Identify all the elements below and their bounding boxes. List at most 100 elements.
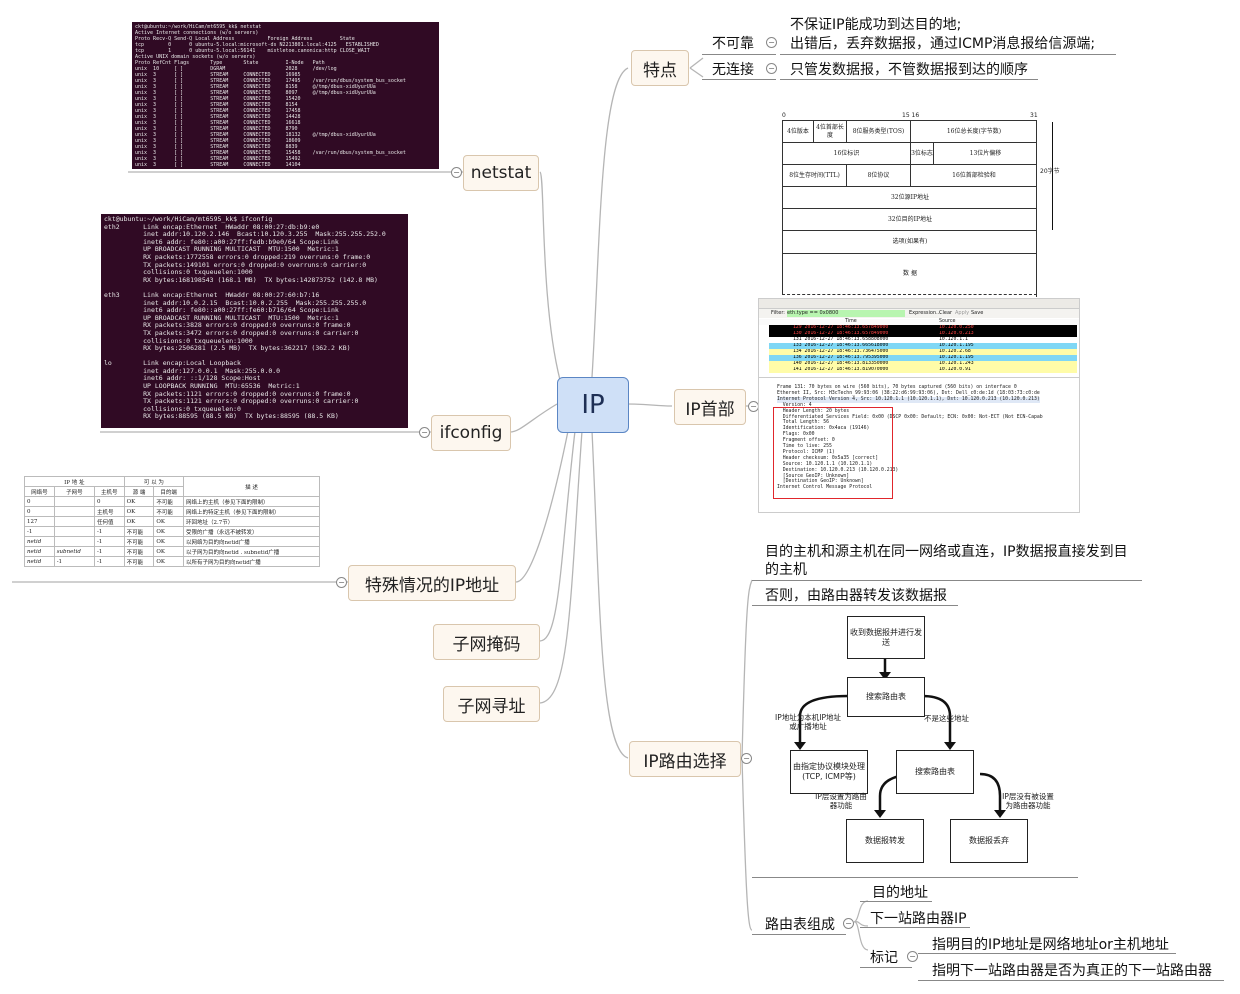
branch-ip-header[interactable]: IP首部 xyxy=(674,389,746,425)
divider xyxy=(759,377,1079,378)
hdr-options: 选项(如果有) xyxy=(782,231,1037,254)
branch-routing[interactable]: IP路由选择 xyxy=(629,741,741,777)
branch-subnet-mask[interactable]: 子网掩码 xyxy=(433,624,540,660)
packet-row[interactable]: 129 2016-12-27 18:46:13.657849000 10.120.… xyxy=(769,325,1077,331)
bit-label-31: 31 xyxy=(1030,112,1038,119)
underline xyxy=(780,54,1116,55)
table-cell: OK xyxy=(123,516,155,527)
collapse-toggle-icon[interactable]: − xyxy=(766,37,777,48)
hdr-data: 数 据 xyxy=(782,254,1037,295)
table-cell: 主机号 xyxy=(93,506,125,517)
table-cell: 0 xyxy=(24,506,55,517)
table-cell: 不可能 xyxy=(153,506,185,517)
routing-table-dest: 目的地址 xyxy=(872,885,928,901)
table-cell: 0 xyxy=(24,496,55,507)
th-ip-address: IP 地 址 xyxy=(24,476,125,487)
collapse-toggle-icon[interactable]: − xyxy=(419,427,430,438)
netstat-terminal: ckt@ubuntu:~/work/HiCam/mt6595_kk$ netst… xyxy=(132,22,439,169)
fc-deliver-box: 由指定协议模块处理(TCP, ICMP等) xyxy=(790,750,868,794)
terminal-line: RX bytes:2506281 (2.5 MB) TX bytes:36221… xyxy=(104,344,351,353)
table-cell: OK xyxy=(153,536,185,547)
table-row: netid -1 不可能 OK 以网络为目的向netid广播 xyxy=(24,536,320,547)
table-cell: -1 xyxy=(93,556,125,567)
packet-time: 129 2016-12-27 18:46:13.657849000 xyxy=(793,325,889,330)
table-cell: netid xyxy=(24,536,55,547)
branch-subnet-addressing-label: 子网寻址 xyxy=(457,696,526,717)
hdr-protocol: 8位协议 xyxy=(846,165,910,187)
branch-ifconfig[interactable]: ifconfig xyxy=(431,415,511,451)
fc-receive-box: 收到数据报并进行发送 xyxy=(847,616,925,659)
save-button[interactable]: Save xyxy=(971,309,983,318)
expression-button[interactable]: Expression... xyxy=(909,309,941,318)
underline xyxy=(752,934,846,935)
ip-header-frame: 4位版本 4位首部长度 8位服务类型(TOS) 16位总长度(字节数) 16位标… xyxy=(782,120,1037,297)
underline xyxy=(860,927,970,928)
collapse-toggle-icon[interactable]: − xyxy=(451,167,462,178)
th-hostid: 主机号 xyxy=(93,486,125,497)
table-row: 0 0 OK 不可能 网络上的主机（参见下面的限制） xyxy=(24,496,320,507)
underline xyxy=(860,901,932,902)
packet-row[interactable]: 130 2016-12-27 18:46:13.657849000 10.120.… xyxy=(769,331,1077,337)
packet-time: 133 2016-12-27 18:46:13.665618000 xyxy=(793,343,889,348)
packet-row[interactable]: 136 2016-12-27 18:46:13.795395000 10.120.… xyxy=(769,355,1077,361)
hdr-tos: 8位服务类型(TOS) xyxy=(846,121,910,143)
packet-list[interactable]: 129 2016-12-27 18:46:13.657849000 10.120.… xyxy=(769,325,1079,373)
table-cell xyxy=(53,496,95,507)
routing-table-connector xyxy=(853,900,869,951)
underline xyxy=(702,54,776,55)
fc-label-router: IP层设置为路由器功能 xyxy=(815,792,867,810)
branch-features-label: 特点 xyxy=(643,60,677,81)
table-cell: -1 xyxy=(93,536,125,547)
collapse-toggle-icon[interactable]: − xyxy=(741,753,752,764)
wireshark-screenshot: Filter: eth.type == 0x0800 Expression...… xyxy=(758,298,1080,513)
collapse-toggle-icon[interactable]: − xyxy=(766,63,777,74)
collapse-toggle-icon[interactable]: − xyxy=(907,951,918,962)
branch-special-ip[interactable]: 特殊情况的IP地址 xyxy=(348,565,516,601)
ifconfig-terminal: ckt@ubuntu:~/work/HiCam/mt6595_kk$ ifcon… xyxy=(101,214,408,428)
fc-search-table-box: 搜索路由表 xyxy=(847,677,925,717)
table-cell: 以子网为目的向netid . subnetid广播 xyxy=(183,546,320,557)
hdr-identification: 16位标识 xyxy=(782,143,910,165)
header-size-label: 20字节 xyxy=(1040,168,1060,175)
branch-ifconfig-label: ifconfig xyxy=(439,423,503,443)
table-cell xyxy=(53,526,95,537)
feature-connectionless-label: 无连接 xyxy=(712,62,754,78)
clear-button[interactable]: Clear xyxy=(939,309,952,318)
collapse-toggle-icon[interactable]: − xyxy=(336,577,347,588)
table-cell: 以所有子网为目的向netid广播 xyxy=(183,556,320,567)
table-cell: 127 xyxy=(24,516,55,527)
packet-row[interactable]: 131 2016-12-27 18:46:13.658808000 10.120.… xyxy=(769,337,1077,343)
underline xyxy=(918,953,1176,954)
hdr-total-length: 16位总长度(字节数) xyxy=(910,121,1037,143)
apply-button[interactable]: Apply xyxy=(955,309,969,318)
bit-label-15-16: 15 16 xyxy=(902,112,920,119)
packet-source: 10.120.1.195 xyxy=(939,355,974,360)
packet-source: 10.120.0.250 xyxy=(939,325,974,330)
packet-time: 140 2016-12-27 18:46:13.813350000 xyxy=(793,361,889,366)
packet-row[interactable]: 134 2016-12-27 18:46:13.736475000 10.120.… xyxy=(769,349,1077,355)
th-destination: 目的端 xyxy=(153,486,185,497)
central-topic-label: IP xyxy=(581,390,605,420)
branch-features[interactable]: 特点 xyxy=(631,50,689,86)
packet-row[interactable]: 140 2016-12-27 18:46:13.813350000 10.120.… xyxy=(769,361,1077,367)
branch-subnet-addressing[interactable]: 子网寻址 xyxy=(443,686,540,722)
table-cell: 环回地址（2.7节） xyxy=(183,516,320,527)
branch-routing-label: IP路由选择 xyxy=(643,751,727,772)
hdr-ihl: 4位首部长度 xyxy=(813,121,846,143)
packet-source: 10.120.0.91 xyxy=(939,367,971,372)
branch-netstat-label: netstat xyxy=(470,163,532,183)
table-cell: 网络上的主机（参见下面的限制） xyxy=(183,496,320,507)
routing-direct-line1: 目的主机和源主机在同一网络或直连，IP数据报直接发到目 xyxy=(765,544,1128,560)
underline xyxy=(918,980,1224,981)
table-cell xyxy=(53,536,95,547)
packet-source: 10.120.1.195 xyxy=(939,343,974,348)
filter-input[interactable]: eth.type == 0x0800 xyxy=(787,310,905,317)
packet-row[interactable]: 141 2016-12-27 18:46:13.819070000 10.120.… xyxy=(769,367,1077,373)
central-topic[interactable]: IP xyxy=(557,377,629,433)
table-cell: OK xyxy=(123,496,155,507)
routing-table-flag-label: 标记 xyxy=(870,950,898,966)
routing-flowchart: 收到数据报并进行发送 搜索路由表 由指定协议模块处理(TCP, ICMP等) 搜… xyxy=(760,606,1070,876)
th-description: 描 述 xyxy=(183,476,320,497)
branch-netstat[interactable]: netstat xyxy=(463,155,539,191)
packet-row[interactable]: 133 2016-12-27 18:46:13.665618000 10.120.… xyxy=(769,343,1077,349)
